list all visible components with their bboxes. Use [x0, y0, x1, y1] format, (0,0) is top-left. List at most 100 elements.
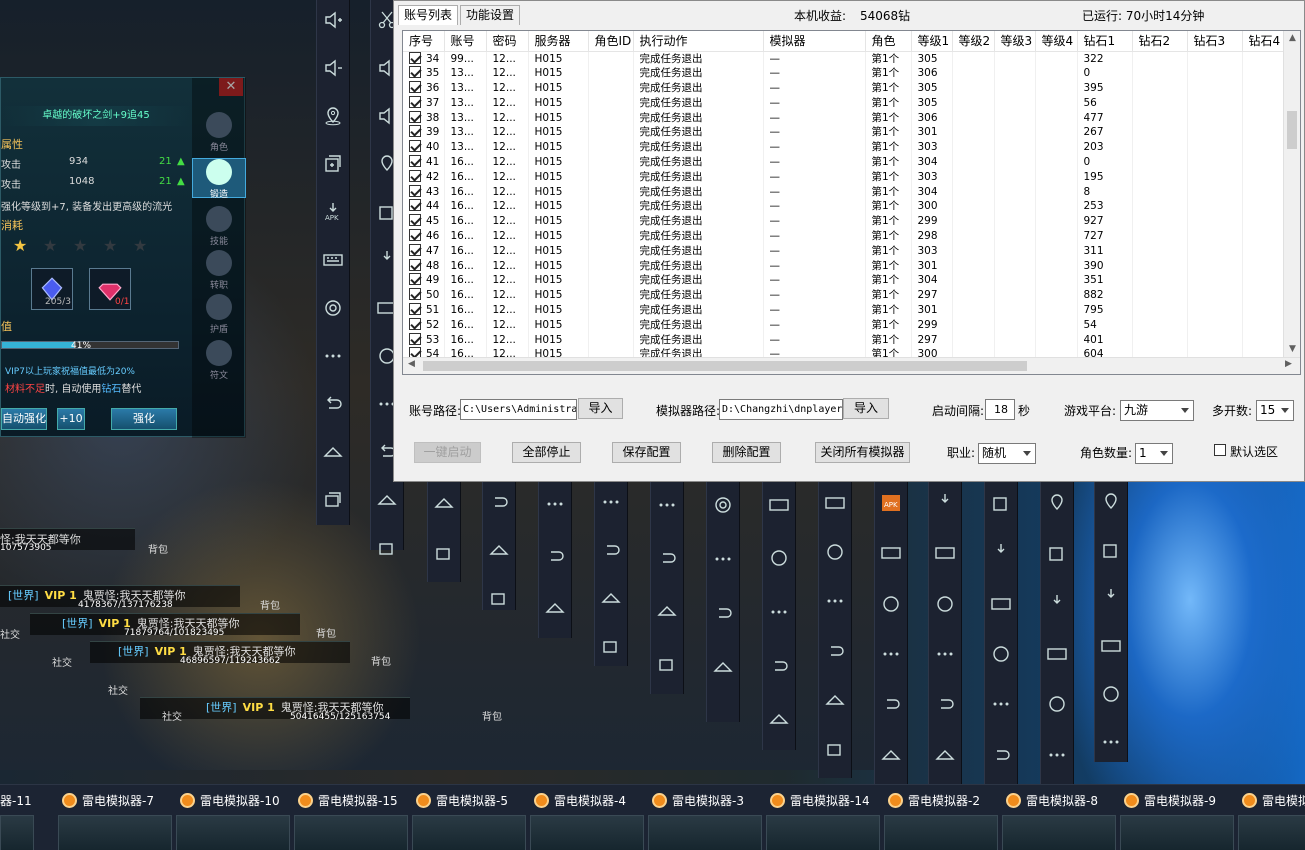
more-icon[interactable]	[988, 693, 1014, 715]
table-row[interactable]: 35 13... 12... H015 完成任务退出 — 第1个 306 0	[403, 65, 1286, 81]
column-header[interactable]: 模拟器	[763, 31, 866, 52]
save-config-button[interactable]: 保存配置	[612, 442, 681, 463]
home-icon[interactable]	[320, 442, 346, 462]
settings-icon[interactable]	[878, 593, 904, 615]
row-checkbox[interactable]	[409, 243, 421, 256]
taskbar-item[interactable]: 雷电模拟器-2	[884, 785, 1002, 850]
window-thumbnail[interactable]	[1002, 815, 1116, 850]
row-checkbox[interactable]	[409, 80, 421, 93]
back-icon[interactable]	[486, 492, 512, 512]
row-checkbox[interactable]	[409, 302, 421, 315]
more-icon[interactable]	[1044, 744, 1070, 766]
taskbar-item[interactable]: 雷电模拟器-4	[530, 785, 648, 850]
row-checkbox[interactable]	[409, 228, 421, 241]
apk-install-icon[interactable]	[1044, 593, 1070, 615]
table-row[interactable]: 46 16... 12... H015 完成任务退出 — 第1个 298 727	[403, 228, 1286, 244]
keyboard-icon[interactable]	[320, 250, 346, 270]
tab-function-settings[interactable]: 功能设置	[460, 5, 521, 25]
side-item-transfer[interactable]: 转职	[192, 250, 246, 291]
tab-account-list[interactable]: 账号列表	[398, 5, 459, 25]
table-row[interactable]: 36 13... 12... H015 完成任务退出 — 第1个 305 395	[403, 80, 1286, 96]
column-header[interactable]: 序号	[403, 31, 445, 52]
column-header[interactable]: 密码	[486, 31, 529, 52]
home-icon[interactable]	[431, 492, 457, 514]
location-icon[interactable]	[1098, 492, 1124, 512]
column-header[interactable]: 钻石4	[1242, 31, 1286, 52]
back-icon[interactable]	[598, 540, 624, 560]
row-checkbox[interactable]	[409, 154, 421, 167]
apk-install-icon[interactable]	[988, 542, 1014, 564]
row-checkbox[interactable]	[409, 273, 421, 286]
multi-open-select[interactable]: 15	[1256, 400, 1294, 421]
column-header[interactable]: 账号	[444, 31, 487, 52]
settings-icon[interactable]	[988, 643, 1014, 665]
home-icon[interactable]	[374, 490, 400, 510]
table-row[interactable]: 45 16... 12... H015 完成任务退出 — 第1个 299 927	[403, 213, 1286, 229]
window-thumbnail[interactable]	[0, 815, 34, 850]
settings-icon[interactable]	[320, 298, 346, 318]
row-checkbox[interactable]	[409, 199, 421, 212]
delete-config-button[interactable]: 删除配置	[712, 442, 781, 463]
window-thumbnail[interactable]	[648, 815, 762, 850]
keyboard-icon[interactable]	[822, 492, 848, 513]
row-checkbox[interactable]	[409, 95, 421, 108]
apk-install-icon[interactable]	[932, 492, 958, 514]
taskbar-item[interactable]: 雷电模拟器-10	[176, 785, 294, 850]
table-row[interactable]: 48 16... 12... H015 完成任务退出 — 第1个 301 390	[403, 258, 1286, 273]
settings-icon[interactable]	[822, 541, 848, 562]
column-header[interactable]: 钻石2	[1132, 31, 1188, 52]
more-icon[interactable]	[320, 346, 346, 366]
more-icon[interactable]	[932, 643, 958, 665]
recent-apps-icon[interactable]	[486, 588, 512, 608]
taskbar-item[interactable]: 雷电模拟器-15	[294, 785, 412, 850]
scroll-down-icon[interactable]: ▼	[1284, 344, 1300, 354]
interval-input[interactable]: 18	[985, 399, 1015, 420]
row-checkbox[interactable]	[409, 51, 421, 64]
volume-up-icon[interactable]	[320, 10, 346, 30]
home-icon[interactable]	[710, 654, 736, 680]
home-icon[interactable]	[766, 706, 792, 732]
column-header[interactable]: 服务器	[528, 31, 589, 52]
row-checkbox[interactable]	[409, 258, 421, 271]
location-icon[interactable]	[1044, 492, 1070, 514]
back-icon[interactable]	[766, 653, 792, 679]
more-icon[interactable]	[1098, 732, 1124, 752]
multi-window-icon[interactable]	[320, 154, 346, 174]
recent-apps-icon[interactable]	[654, 651, 680, 676]
more-icon[interactable]	[766, 599, 792, 625]
more-icon[interactable]	[710, 546, 736, 572]
row-checkbox[interactable]	[409, 110, 421, 123]
side-item-rune[interactable]: 符文	[192, 340, 246, 381]
window-thumbnail[interactable]	[1120, 815, 1234, 850]
column-header[interactable]: 角色	[865, 31, 912, 52]
taskbar-item[interactable]: 雷电模拟器-8	[1002, 785, 1120, 850]
window-thumbnail[interactable]	[58, 815, 172, 850]
window-thumbnail[interactable]	[530, 815, 644, 850]
column-header[interactable]: 执行动作	[633, 31, 764, 52]
settings-icon[interactable]	[1098, 684, 1124, 704]
side-item-role[interactable]: 角色	[192, 112, 246, 153]
enhance-button[interactable]: 强化	[111, 408, 177, 430]
settings-icon[interactable]	[932, 593, 958, 615]
home-icon[interactable]	[542, 596, 568, 620]
row-checkbox[interactable]	[409, 125, 421, 138]
back-icon[interactable]	[710, 600, 736, 626]
taskbar-item[interactable]: 雷电模拟器-5	[412, 785, 530, 850]
row-checkbox[interactable]	[409, 140, 421, 153]
recent-apps-icon[interactable]	[320, 490, 346, 510]
horizontal-scrollbar[interactable]: ◀ ▶	[403, 357, 1300, 374]
more-icon[interactable]	[654, 492, 680, 517]
back-icon[interactable]	[822, 640, 848, 661]
table-row[interactable]: 49 16... 12... H015 完成任务退出 — 第1个 304 351	[403, 272, 1286, 288]
stop-all-button[interactable]: 全部停止	[512, 442, 581, 463]
recent-apps-icon[interactable]	[374, 538, 400, 558]
apk-install-icon[interactable]	[1098, 588, 1124, 608]
scroll-up-icon[interactable]: ▲	[1284, 33, 1300, 43]
close-all-emulators-button[interactable]: 关闭所有模拟器	[815, 442, 910, 463]
plus10-button[interactable]: +10	[57, 408, 85, 430]
more-icon[interactable]	[542, 492, 568, 516]
taskbar-item[interactable]: 雷电模拟器	[1238, 785, 1305, 850]
recent-apps-icon[interactable]	[431, 542, 457, 564]
emulator-path-input[interactable]: D:\Changzhi\dnplayer2\	[719, 399, 843, 420]
column-header[interactable]: 钻石3	[1187, 31, 1243, 52]
